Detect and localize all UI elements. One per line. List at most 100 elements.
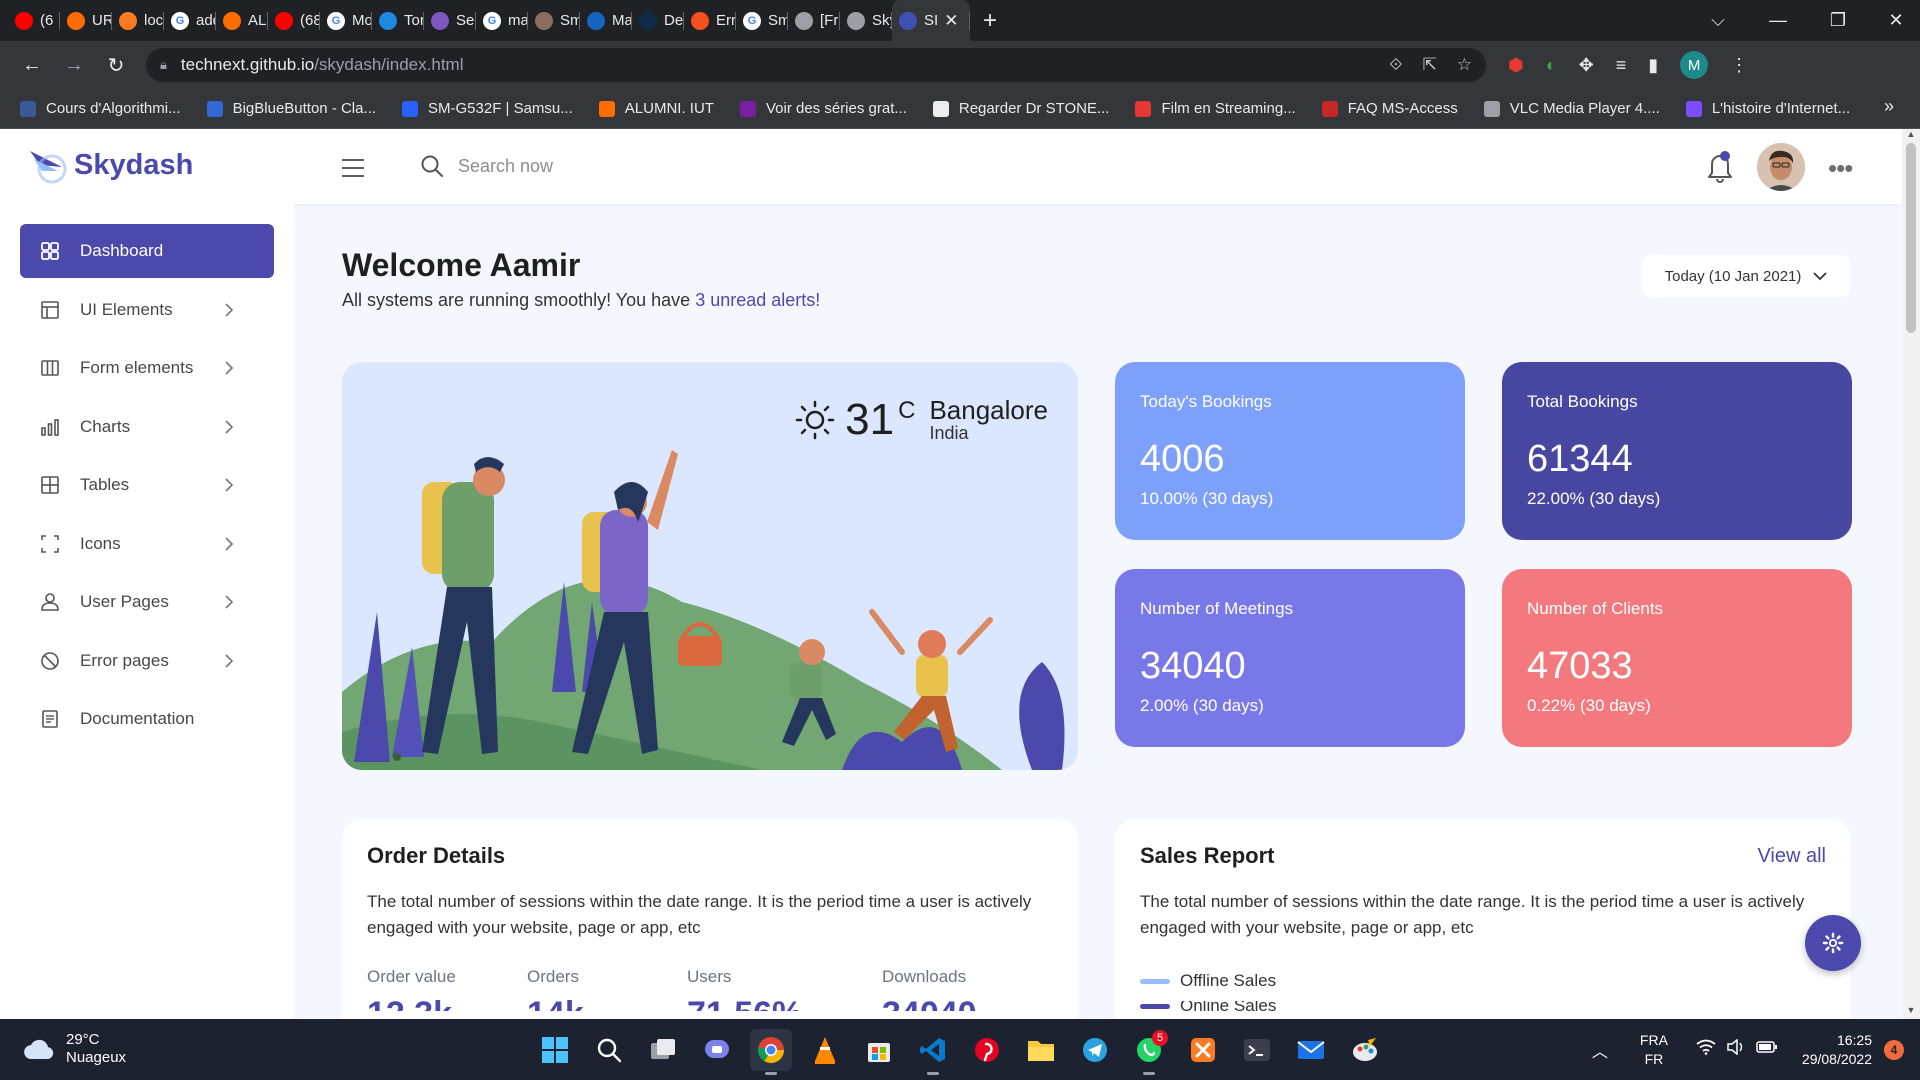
- bookmark-star-icon[interactable]: ☆: [1457, 55, 1472, 75]
- browser-tab[interactable]: URI R: [60, 0, 112, 41]
- profile-avatar[interactable]: M: [1680, 51, 1709, 79]
- browser-tab[interactable]: Seedr: [424, 0, 476, 41]
- translate-icon[interactable]: ⟐: [1389, 55, 1402, 75]
- browser-tab[interactable]: ALUM: [216, 0, 268, 41]
- brand-logo[interactable]: Skydash: [28, 145, 193, 185]
- browser-tab[interactable]: G Mots: [320, 0, 372, 41]
- vlc-taskbar-icon[interactable]: [804, 1029, 846, 1071]
- bookmark-item[interactable]: VLC Media Player 4....: [1483, 100, 1660, 117]
- windows-start-icon[interactable]: [534, 1029, 576, 1071]
- taskbar-search-icon[interactable]: [588, 1029, 630, 1071]
- terminal-taskbar-icon[interactable]: [1236, 1029, 1278, 1071]
- browser-tab[interactable]: G Smart: [736, 0, 788, 41]
- new-tab-icon[interactable]: +: [970, 0, 1010, 41]
- bookmark-item[interactable]: Regarder Dr STONE...: [932, 100, 1109, 117]
- minimize-icon[interactable]: —: [1748, 0, 1808, 41]
- sidebar-item-dashboard[interactable]: Dashboard: [20, 224, 274, 278]
- view-all-link[interactable]: View all: [1757, 845, 1826, 868]
- bookmark-item[interactable]: ALUMNI. IUT: [598, 100, 714, 117]
- bookmark-item[interactable]: Film en Streaming...: [1135, 100, 1296, 117]
- chrome-taskbar-icon[interactable]: [750, 1028, 792, 1075]
- restore-icon[interactable]: ❐: [1808, 0, 1868, 41]
- sidebar: Dashboard UI Elements Form elements Charts T…: [0, 204, 294, 1019]
- tray-overflow-chevron-icon[interactable]: ︿: [1592, 1038, 1608, 1062]
- bookmark-item[interactable]: Voir des séries grat...: [739, 100, 907, 117]
- task-view-icon[interactable]: [642, 1029, 684, 1071]
- browser-menu-icon[interactable]: ⋮: [1730, 55, 1748, 76]
- scroll-up-icon[interactable]: ▲: [1902, 129, 1920, 143]
- bookmark-item[interactable]: L'histoire d'Internet...: [1685, 100, 1850, 117]
- bookmark-item[interactable]: SM-G532F | Samsu...: [402, 100, 573, 117]
- taskbar-clock[interactable]: 16:25 29/08/2022: [1802, 1031, 1872, 1069]
- sidebar-item-charts[interactable]: Charts: [20, 400, 274, 454]
- adblock-extension-icon[interactable]: ⬢: [1508, 55, 1524, 76]
- browser-tab[interactable]: (6: [8, 0, 60, 41]
- browser-tab[interactable]: Skyda: [840, 0, 892, 41]
- extensions-puzzle-icon[interactable]: ✥: [1579, 55, 1594, 76]
- settings-fab[interactable]: [1805, 915, 1861, 971]
- close-window-icon[interactable]: ✕: [1866, 0, 1920, 41]
- taskbar-weather[interactable]: 29°C Nuageux: [22, 1031, 126, 1067]
- browser-tab[interactable]: Error: [684, 0, 736, 41]
- side-panel-icon[interactable]: ▮: [1648, 55, 1658, 76]
- browser-tab[interactable]: (68) C: [268, 0, 320, 41]
- bookmarks-overflow-icon[interactable]: »: [1884, 96, 1894, 117]
- sidebar-item-form-elements[interactable]: Form elements: [20, 341, 274, 395]
- browser-tab[interactable]: Torrer: [372, 0, 424, 41]
- address-bar[interactable]: 🔒︎ technext.github.io/skydash/index.html…: [146, 48, 1486, 82]
- bookmark-item[interactable]: BigBlueButton - Cla...: [206, 100, 376, 117]
- notification-count-badge[interactable]: 4: [1884, 1039, 1904, 1060]
- file-explorer-icon[interactable]: [1020, 1029, 1062, 1071]
- sidebar-item-error-pages[interactable]: Error pages: [20, 634, 274, 688]
- sidebar-item-documentation[interactable]: Documentation: [20, 692, 274, 746]
- share-icon[interactable]: ⇱: [1423, 55, 1437, 75]
- sidebar-item-user-pages[interactable]: User Pages: [20, 575, 274, 629]
- browser-tab[interactable]: Gadd a: [164, 0, 216, 41]
- teams-chat-icon[interactable]: [696, 1029, 738, 1071]
- browser-tab[interactable]: SI ✕: [892, 0, 970, 41]
- user-avatar[interactable]: [1757, 143, 1805, 191]
- xampp-taskbar-icon[interactable]: [1182, 1029, 1224, 1071]
- volume-icon[interactable]: [1726, 1038, 1746, 1060]
- browser-tab-label: (6: [40, 12, 54, 29]
- browser-tab[interactable]: Smart: [528, 0, 580, 41]
- wifi-icon[interactable]: [1696, 1039, 1716, 1060]
- whatsapp-taskbar-icon[interactable]: 5: [1128, 1029, 1170, 1075]
- date-dropdown[interactable]: Today (10 Jan 2021): [1642, 255, 1850, 297]
- close-tab-icon[interactable]: ✕: [944, 11, 958, 31]
- battery-icon[interactable]: [1756, 1040, 1778, 1059]
- bookmark-favicon-icon: [402, 100, 418, 117]
- input-language[interactable]: FRA FR: [1640, 1031, 1668, 1069]
- browser-tab[interactable]: localh: [112, 0, 164, 41]
- more-options-icon[interactable]: •••: [1828, 153, 1853, 184]
- reload-icon[interactable]: ↻: [98, 47, 134, 83]
- telegram-taskbar-icon[interactable]: [1074, 1029, 1116, 1071]
- microsoft-store-icon[interactable]: [858, 1029, 900, 1071]
- bookmark-item[interactable]: Cours d'Algorithmi...: [20, 100, 181, 117]
- scroll-down-icon[interactable]: ▼: [1902, 1005, 1920, 1019]
- media-queue-icon[interactable]: ≡: [1616, 55, 1627, 76]
- scrollbar-thumb[interactable]: [1906, 143, 1916, 333]
- hamburger-menu-icon[interactable]: [342, 159, 364, 183]
- forward-arrow-icon[interactable]: →: [56, 47, 92, 83]
- browser-tab[interactable]: Mana: [580, 0, 632, 41]
- vscode-taskbar-icon[interactable]: [912, 1029, 954, 1075]
- browser-tab[interactable]: Gmana: [476, 0, 528, 41]
- unread-alerts-link[interactable]: 3 unread alerts!: [695, 290, 820, 310]
- browser-tab[interactable]: Deepl: [632, 0, 684, 41]
- back-arrow-icon[interactable]: ←: [14, 47, 50, 83]
- page-scrollbar[interactable]: ▲ ▼: [1902, 129, 1920, 1019]
- sidebar-item-tables[interactable]: Tables: [20, 458, 274, 512]
- browser-tab[interactable]: [Free: [788, 0, 840, 41]
- pinterest-taskbar-icon[interactable]: [966, 1029, 1008, 1071]
- tab-search-icon[interactable]: ⌵: [1688, 0, 1748, 41]
- sidebar-item-ui-elements[interactable]: UI Elements: [20, 283, 274, 337]
- search-icon: [421, 155, 443, 177]
- bookmark-item[interactable]: FAQ MS-Access: [1321, 100, 1458, 117]
- paint-taskbar-icon[interactable]: [1344, 1029, 1386, 1071]
- colorful-extension-icon[interactable]: ◐: [1546, 55, 1557, 76]
- search-input[interactable]: [458, 155, 758, 177]
- ban-icon: [40, 651, 60, 671]
- mail-taskbar-icon[interactable]: [1290, 1029, 1332, 1071]
- sidebar-item-icons[interactable]: Icons: [20, 517, 274, 571]
